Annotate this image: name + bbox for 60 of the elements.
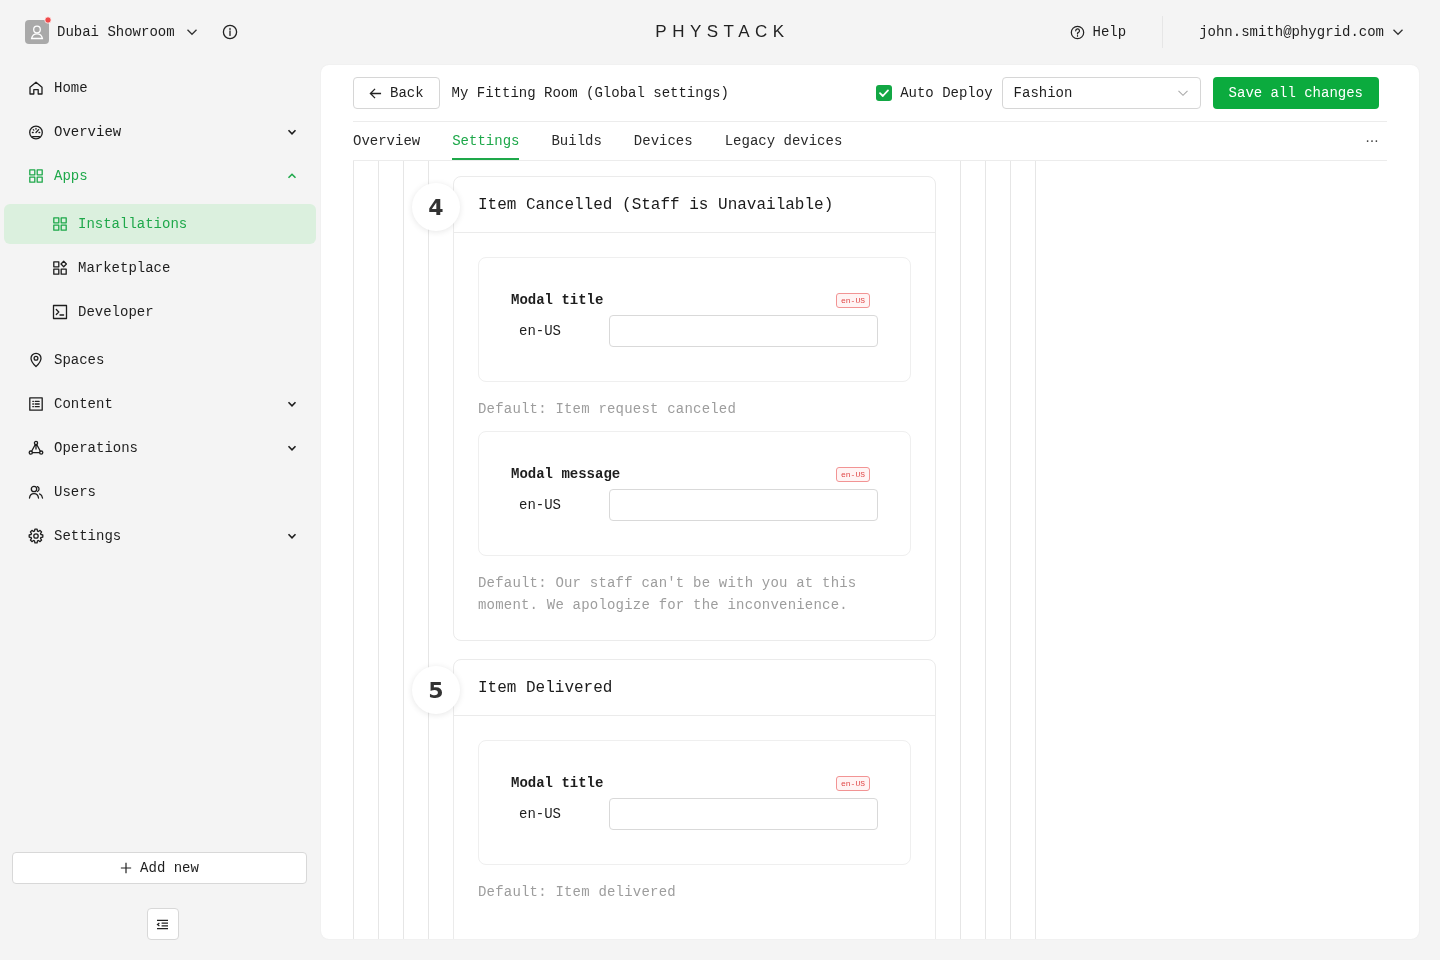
tab[interactable]: Builds: [551, 122, 602, 160]
input-field[interactable]: [609, 798, 878, 830]
sidebar-item[interactable]: Content: [4, 382, 316, 426]
sidebar-item[interactable]: Users: [4, 470, 316, 514]
default-text: Default: Item request canceled: [478, 400, 738, 419]
field-label: Modal title: [511, 292, 604, 308]
locale-label: en-US: [518, 806, 562, 822]
sidebar-item[interactable]: Spaces: [4, 338, 316, 382]
locale-label: en-US: [518, 497, 562, 513]
sidebar-item[interactable]: Marketplace: [4, 248, 316, 288]
gauge-icon: [28, 124, 44, 140]
checkbox[interactable]: [876, 85, 893, 101]
tab[interactable]: Overview: [353, 122, 421, 160]
list-icon: [28, 396, 44, 412]
sidebar-item[interactable]: Home: [4, 66, 316, 110]
input-field[interactable]: [609, 489, 878, 521]
step-number-badge: 5: [412, 666, 460, 714]
locale-tag: en-US: [836, 775, 870, 791]
add-new-button[interactable]: Add new: [12, 852, 307, 884]
tab[interactable]: Devices: [633, 122, 693, 160]
terminal-icon: [52, 304, 68, 320]
input-field[interactable]: [609, 315, 878, 347]
grid-shapes-icon: [52, 260, 68, 276]
locale-tag: en-US: [836, 466, 870, 482]
sidebar-item[interactable]: Operations: [4, 426, 316, 470]
settings-icon: [28, 528, 44, 544]
arrow-left-icon: [369, 86, 382, 100]
info-icon[interactable]: [221, 24, 238, 40]
home-icon: [28, 80, 44, 96]
sidebar-item[interactable]: Settings: [4, 514, 316, 558]
outdent-icon: [156, 918, 169, 930]
category-dropdown[interactable]: Fashion: [1001, 77, 1201, 109]
step-title: Item Delivered: [478, 678, 613, 697]
step-title: Item Cancelled (Staff is Unavailable): [478, 195, 834, 214]
sidebar-item[interactable]: Developer: [4, 292, 316, 332]
page-title: My Fitting Room (Global settings): [451, 85, 729, 101]
back-button[interactable]: Back: [353, 77, 440, 109]
more-icon[interactable]: [1365, 139, 1379, 143]
checkbox-label[interactable]: Auto Deploy: [900, 85, 993, 101]
sidebar-item[interactable]: Overview: [4, 110, 316, 154]
map-pin-icon: [28, 352, 44, 368]
grid-icon: [52, 216, 68, 232]
locale-label: en-US: [518, 323, 562, 339]
field-label: Modal title: [511, 775, 604, 791]
field-label: Modal message: [511, 466, 621, 482]
nodes-icon: [28, 440, 44, 456]
help-icon: [1069, 24, 1085, 40]
users-icon: [28, 484, 44, 500]
workspace-selector[interactable]: Dubai Showroom: [57, 18, 198, 46]
step-number-badge: 4: [412, 183, 460, 231]
collapse-sidebar-button[interactable]: [146, 908, 179, 940]
logo: PHYSTACK: [654, 22, 790, 42]
grid-icon: [28, 168, 44, 184]
default-text: Default: Item delivered: [478, 883, 677, 902]
plus-icon: [120, 862, 133, 874]
locale-tag: en-US: [836, 292, 870, 308]
default-text: Default: Our staff can't be with you at this moment. We apologize for the inconvenience.: [478, 574, 858, 615]
account-menu[interactable]: john.smith@phygrid.com: [1199, 18, 1404, 46]
help-button[interactable]: Help: [1069, 18, 1127, 46]
tab[interactable]: Legacy devices: [724, 122, 843, 160]
